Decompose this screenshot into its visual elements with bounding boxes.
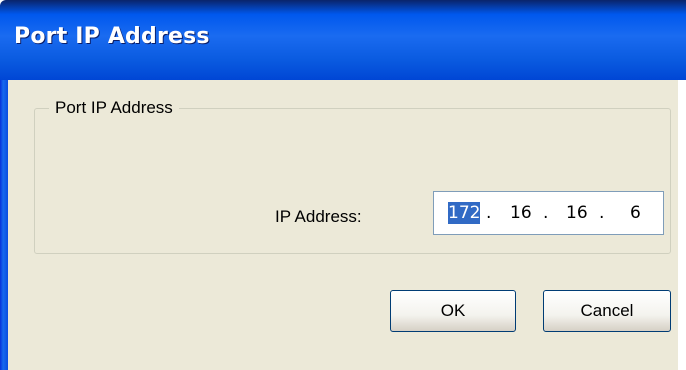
ip-separator-1: .	[486, 203, 492, 223]
ip-address-label: IP Address:	[275, 207, 362, 226]
dialog-window: Port IP Address Port IP Address IP Addre…	[0, 0, 686, 370]
window-frame-left	[0, 80, 8, 370]
window-title: Port IP Address	[14, 24, 210, 49]
ip-octet-2[interactable]: 16	[510, 202, 532, 224]
ip-address-input[interactable]: 172 . 16 . 16 . 6	[433, 191, 664, 235]
ip-octet-1[interactable]: 172	[448, 202, 481, 224]
ip-octet-3[interactable]: 16	[566, 202, 588, 224]
ip-separator-3: .	[599, 203, 605, 223]
dialog-body: Port IP Address IP Address: 172 . 16 . 1…	[8, 80, 678, 370]
title-bar[interactable]: Port IP Address	[0, 0, 686, 80]
groupbox-legend: Port IP Address	[49, 96, 179, 120]
ip-octet-4[interactable]: 6	[630, 202, 641, 224]
ok-button[interactable]: OK	[390, 290, 516, 332]
window-frame-right	[678, 80, 686, 370]
port-ip-groupbox: Port IP Address IP Address: 172 . 16 . 1…	[34, 96, 671, 254]
ip-separator-2: .	[543, 203, 549, 223]
cancel-button[interactable]: Cancel	[543, 290, 671, 332]
